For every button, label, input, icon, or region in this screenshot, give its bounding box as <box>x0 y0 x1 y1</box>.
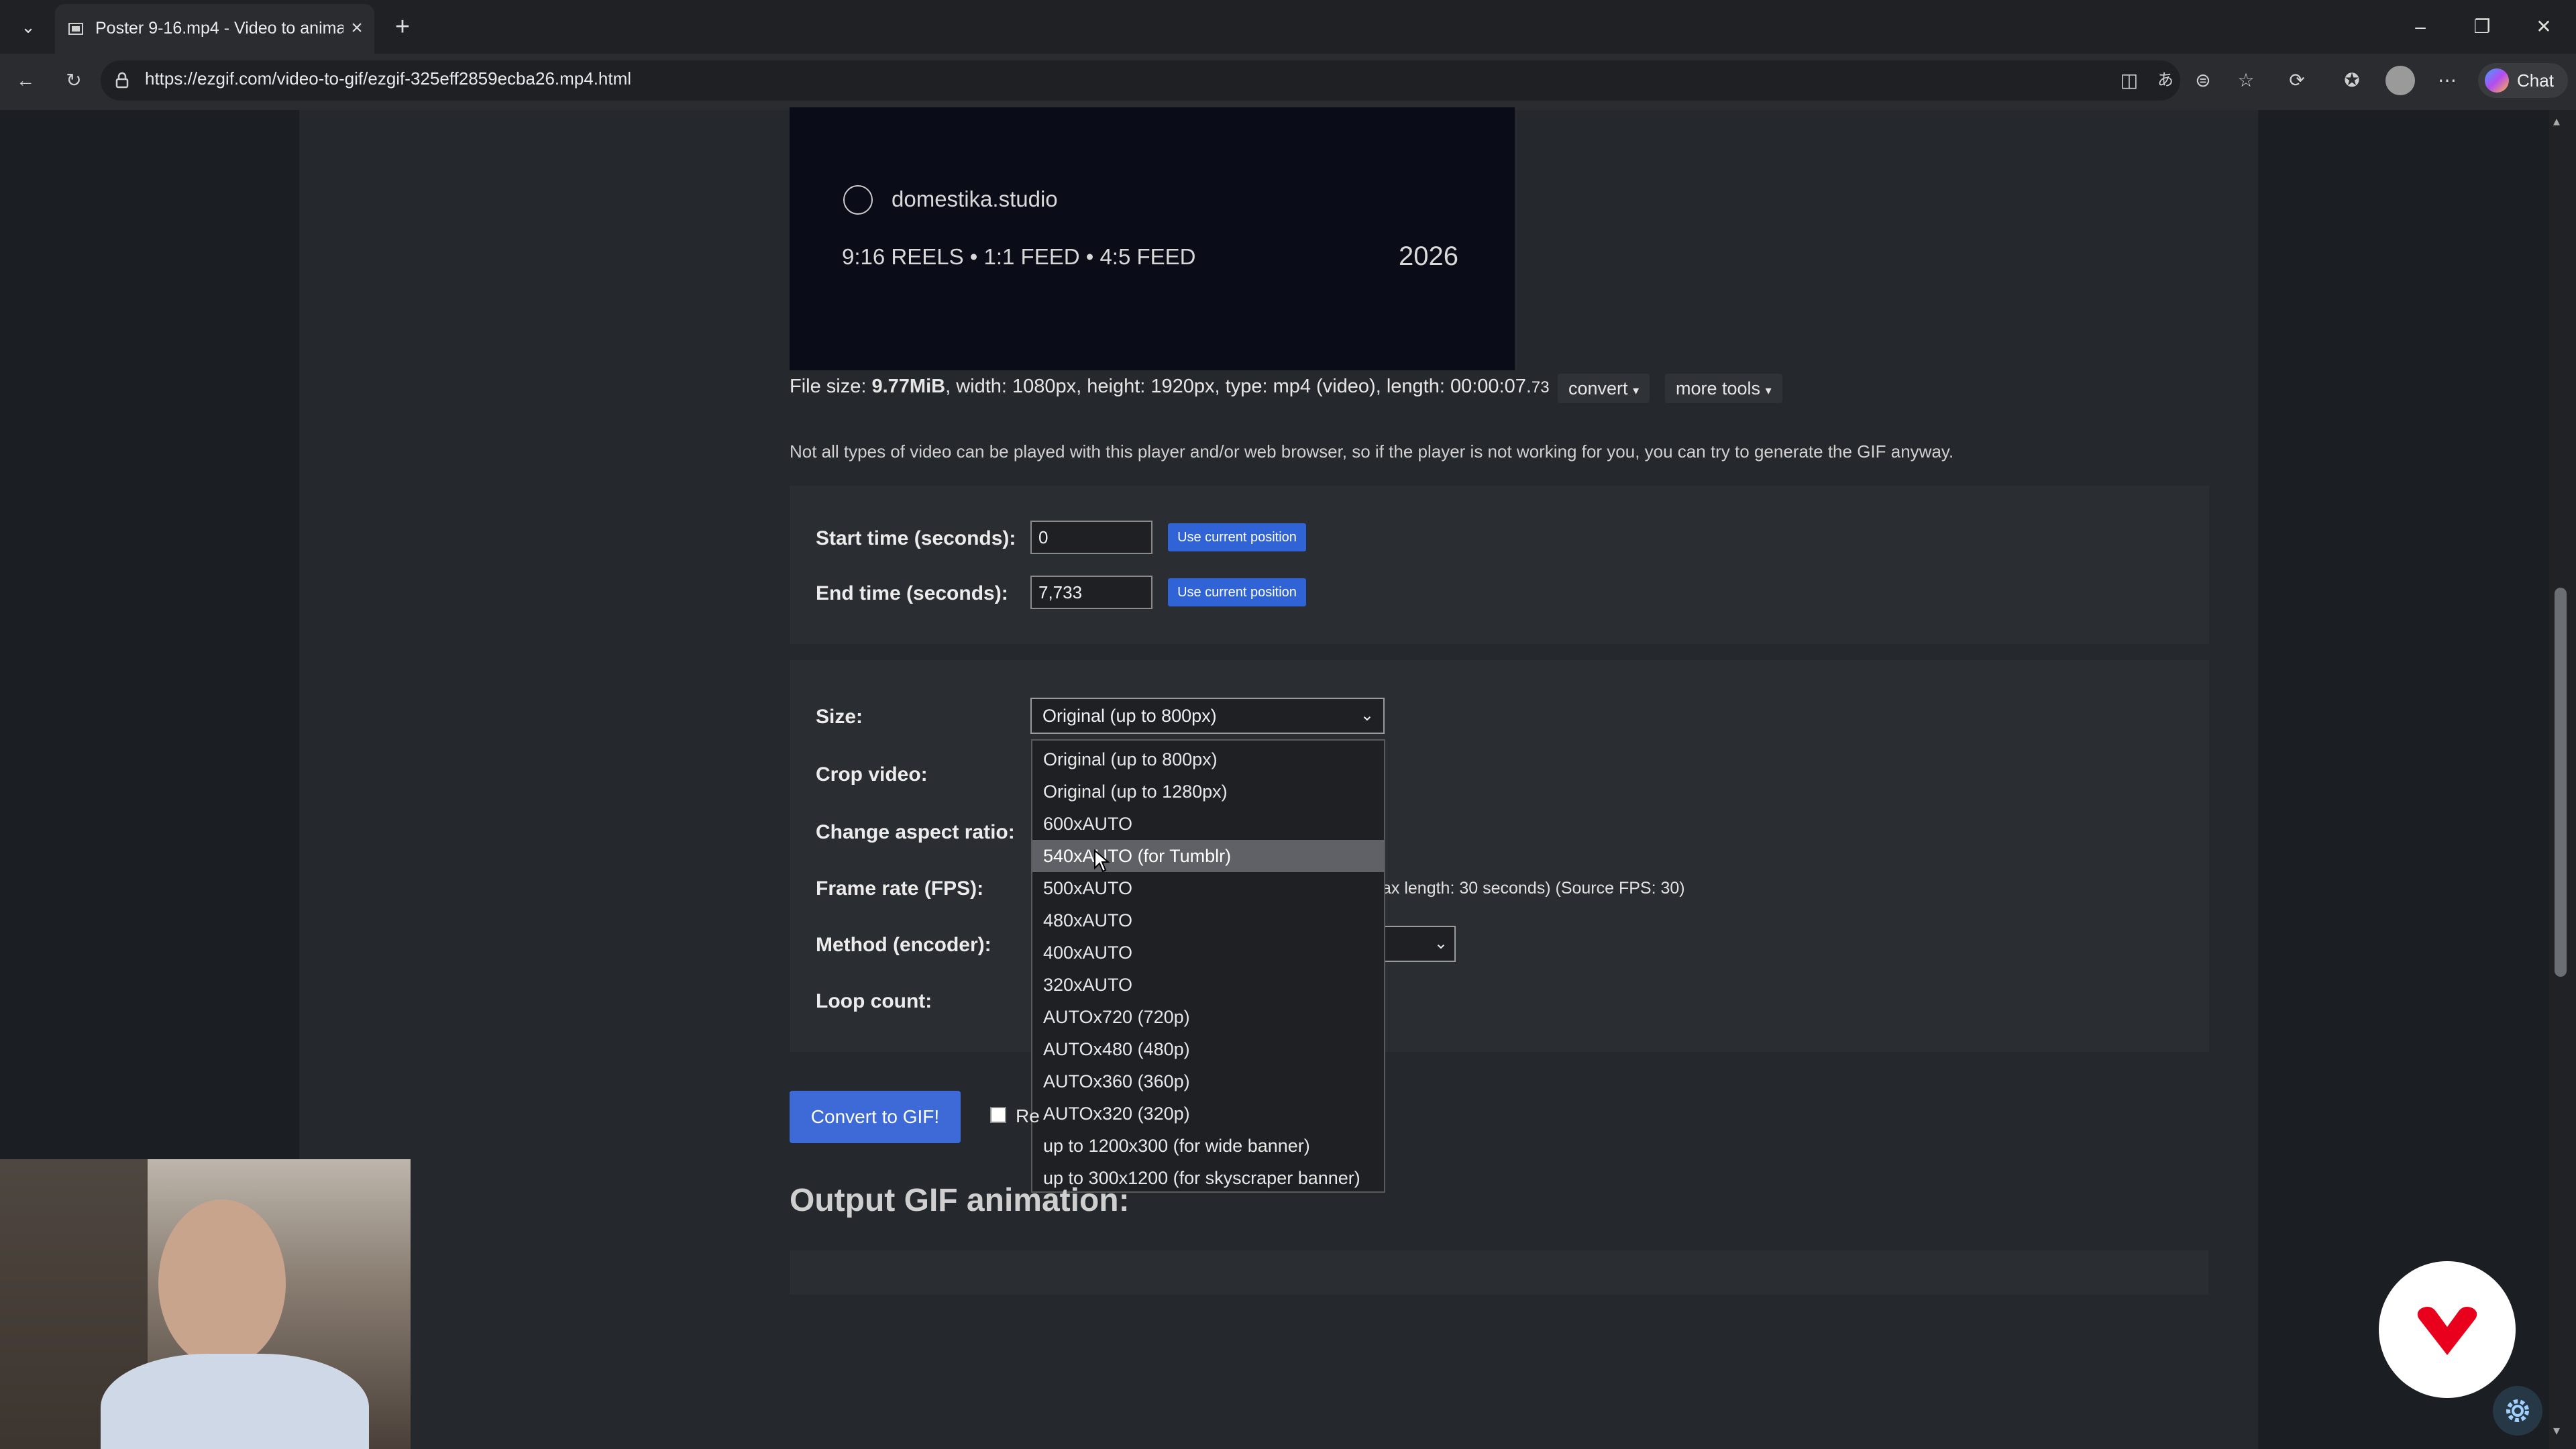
tabs-dropdown-icon[interactable]: ⌄ <box>13 12 43 42</box>
split-screen-icon[interactable]: ◫ <box>2114 66 2144 95</box>
url-text[interactable]: https://ezgif.com/video-to-gif/ezgif-325… <box>145 68 631 89</box>
domestika-logo[interactable] <box>2379 1261 2516 1398</box>
site-info-icon[interactable] <box>111 70 133 91</box>
convert-menu-label: convert <box>1568 378 1628 398</box>
chevron-down-icon: ⌄ <box>1434 934 1448 953</box>
size-select-value: Original (up to 800px) <box>1042 706 1217 726</box>
size-option[interactable]: up to 1200x300 (for wide banner) <box>1032 1130 1384 1162</box>
restore-icon[interactable]: ❐ <box>2462 9 2502 44</box>
start-time-input[interactable]: 0 <box>1030 521 1152 554</box>
favorites-list-icon[interactable]: ✪ <box>2337 66 2367 95</box>
person-shirt <box>101 1354 369 1449</box>
method-label: Method (encoder): <box>816 934 991 956</box>
person-head <box>158 1199 286 1367</box>
size-dropdown-list: Original (up to 800px) Original (up to 12… <box>1031 739 1385 1193</box>
copilot-icon <box>2485 68 2509 93</box>
caret-down-icon: ▾ <box>1765 384 1772 397</box>
back-arrow-icon[interactable]: ← <box>11 66 40 95</box>
size-option[interactable]: Original (up to 1280px) <box>1032 775 1384 808</box>
browser-titlebar: ⌄ Poster 9-16.mp4 - Video to animat × + … <box>0 0 2576 54</box>
player-note: Not all types of video can be played wit… <box>790 441 1954 462</box>
start-time-label: Start time (seconds): <box>816 527 1016 549</box>
fps-note: ax length: 30 seconds) (Source FPS: 30) <box>1382 879 1685 898</box>
size-select[interactable]: Original (up to 800px) ⌄ <box>1030 698 1385 734</box>
size-option[interactable]: AUTOx480 (480p) <box>1032 1033 1384 1065</box>
end-time-input[interactable]: 7,733 <box>1030 576 1152 609</box>
caret-down-icon: ▾ <box>1633 384 1640 397</box>
start-use-current-button[interactable]: Use current position <box>1168 523 1306 551</box>
close-icon[interactable]: × <box>343 15 370 42</box>
size-option[interactable]: 320xAUTO <box>1032 969 1384 1001</box>
end-use-current-button[interactable]: Use current position <box>1168 578 1306 606</box>
size-label: Size: <box>816 706 863 728</box>
convert-to-gif-button[interactable]: Convert to GIF! <box>790 1091 961 1143</box>
file-details: , width: 1080px, height: 1920px, type: m… <box>945 376 1532 397</box>
video-player[interactable]: domestika.studio 9:16 REELS • 1:1 FEED •… <box>790 107 1515 370</box>
more-tools-label: more tools <box>1676 378 1761 398</box>
refresh-icon[interactable]: ↻ <box>59 66 89 95</box>
size-option[interactable]: Original (up to 800px) <box>1032 743 1384 775</box>
checkbox-label: Re <box>1016 1106 1040 1126</box>
domestika-logo-icon <box>2417 1307 2477 1355</box>
browser-tab[interactable]: Poster 9-16.mp4 - Video to animat × <box>55 4 374 54</box>
mouse-cursor-icon <box>1094 849 1110 873</box>
aspect-ratio-label: Change aspect ratio: <box>816 821 1015 843</box>
chevron-down-icon: ⌄ <box>1360 706 1374 724</box>
size-option[interactable]: AUTOx360 (360p) <box>1032 1065 1384 1097</box>
size-option[interactable]: 600xAUTO <box>1032 808 1384 840</box>
more-menu-icon[interactable]: ⋯ <box>2432 66 2462 95</box>
output-heading: Output GIF animation: <box>790 1183 1130 1218</box>
tab-title: Poster 9-16.mp4 - Video to animat <box>95 19 343 38</box>
file-info: File size: 9.77MiB, width: 1080px, heigh… <box>790 376 1550 398</box>
convert-menu[interactable]: convert ▾ <box>1558 374 1650 403</box>
page-favicon <box>68 23 83 35</box>
copilot-chat-button[interactable]: Chat <box>2478 63 2568 98</box>
brand-logo-icon <box>843 185 873 215</box>
output-area <box>790 1250 2208 1295</box>
more-tools-menu[interactable]: more tools ▾ <box>1665 374 1782 403</box>
crop-label: Crop video: <box>816 763 928 786</box>
file-size-prefix: File size: <box>790 376 872 397</box>
file-length-tail: 73 <box>1531 378 1550 396</box>
video-brand-text: domestika.studio <box>892 186 1058 211</box>
scroll-up-icon[interactable]: ▴ <box>2553 113 2560 129</box>
favorite-icon[interactable]: ☆ <box>2231 66 2261 95</box>
window-close-icon[interactable]: ✕ <box>2524 9 2564 44</box>
scrollbar-thumb[interactable] <box>2555 588 2567 977</box>
size-option[interactable]: 480xAUTO <box>1032 904 1384 936</box>
reader-icon[interactable]: ⊜ <box>2188 66 2218 95</box>
size-option[interactable]: AUTOx720 (720p) <box>1032 1001 1384 1033</box>
translate-icon[interactable]: あ <box>2151 66 2180 95</box>
settings-gear-icon[interactable] <box>2493 1386 2542 1436</box>
minimize-icon[interactable]: – <box>2400 9 2440 44</box>
end-time-label: End time (seconds): <box>816 582 1008 604</box>
video-year-text: 2026 <box>1399 241 1458 271</box>
webcam-overlay <box>0 1159 411 1449</box>
extensions-icon[interactable]: ⟳ <box>2282 66 2312 95</box>
size-option[interactable]: 500xAUTO <box>1032 872 1384 904</box>
scroll-down-icon[interactable]: ▾ <box>2553 1422 2560 1439</box>
timing-panel <box>790 486 2209 644</box>
size-option[interactable]: 400xAUTO <box>1032 936 1384 969</box>
options-panel <box>790 660 2209 1052</box>
video-formats-text: 9:16 REELS • 1:1 FEED • 4:5 FEED <box>842 244 1196 269</box>
size-option[interactable]: 540xAUTO (for Tumblr) <box>1032 840 1384 872</box>
repeat-checkbox[interactable] <box>990 1107 1006 1123</box>
size-option[interactable]: AUTOx320 (320p) <box>1032 1097 1384 1130</box>
profile-avatar-icon[interactable] <box>2385 66 2415 95</box>
loop-count-label: Loop count: <box>816 990 932 1012</box>
new-tab-icon[interactable]: + <box>386 11 419 43</box>
file-size-value: 9.77MiB <box>871 376 946 397</box>
fps-label: Frame rate (FPS): <box>816 877 984 900</box>
chat-label: Chat <box>2517 70 2554 91</box>
